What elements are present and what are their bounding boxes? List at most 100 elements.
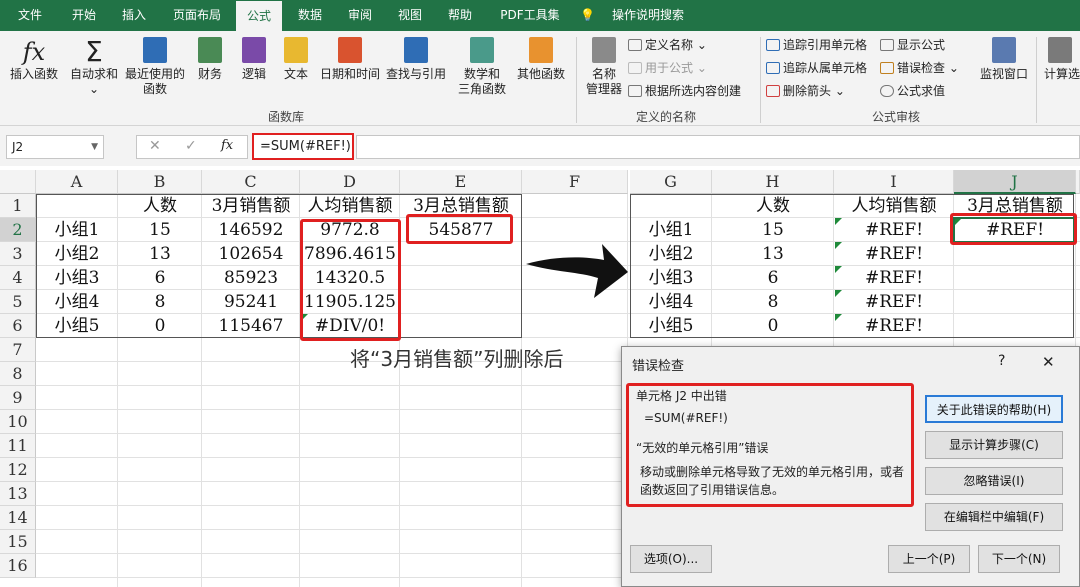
row-header-3[interactable]: 3 — [0, 242, 36, 266]
formula-input[interactable]: =SUM(#REF!) — [252, 133, 354, 160]
insert-function-button[interactable]: fx 插入函数 — [6, 37, 62, 82]
create-from-selection-button[interactable]: 根据所选内容创建 — [628, 82, 741, 100]
cell-G3[interactable]: 小组2 — [630, 242, 712, 266]
cell-E6[interactable] — [400, 314, 522, 338]
column-header-A[interactable]: A — [36, 170, 118, 194]
cell-I5[interactable]: #REF! — [834, 290, 954, 314]
row-header-16[interactable]: 16 — [0, 554, 36, 578]
define-name-button[interactable]: 定义名称 ⌄ — [628, 36, 707, 54]
row-header-6[interactable]: 6 — [0, 314, 36, 338]
text-button[interactable]: 文本 — [278, 37, 314, 82]
row-header-5[interactable]: 5 — [0, 290, 36, 314]
trace-precedents-button[interactable]: 追踪引用单元格 — [766, 36, 867, 54]
enter-icon[interactable]: ✓ — [185, 138, 197, 154]
lookup-reference-button[interactable]: 查找与引用 — [384, 37, 448, 82]
tab-review[interactable]: 审阅 — [338, 0, 382, 31]
column-header-E[interactable]: E — [400, 170, 522, 194]
cell-C4[interactable]: 85923 — [202, 266, 300, 290]
cell-I4[interactable]: #REF! — [834, 266, 954, 290]
cancel-icon[interactable]: ✕ — [149, 138, 161, 154]
cell-H4[interactable]: 6 — [712, 266, 834, 290]
autosum-button[interactable]: Σ 自动求和 ⌄ — [68, 37, 120, 97]
row-header-7[interactable]: 7 — [0, 338, 36, 362]
cell-E3[interactable] — [400, 242, 522, 266]
cell-G1[interactable] — [630, 194, 712, 218]
row-header-15[interactable]: 15 — [0, 530, 36, 554]
edit-in-formula-bar-button[interactable]: 在编辑栏中编辑(F) — [925, 503, 1063, 531]
error-help-button[interactable]: 关于此错误的帮助(H) — [925, 395, 1063, 423]
help-icon[interactable]: ? — [998, 353, 1005, 369]
name-box[interactable]: J2 ▼ — [6, 135, 104, 159]
tab-home[interactable]: 开始 — [62, 0, 106, 31]
cell-B2[interactable]: 15 — [118, 218, 202, 242]
cell-I2[interactable]: #REF! — [834, 218, 954, 242]
cell-B3[interactable]: 13 — [118, 242, 202, 266]
cell-G4[interactable]: 小组3 — [630, 266, 712, 290]
cell-J3[interactable] — [954, 242, 1076, 266]
cell-A6[interactable]: 小组5 — [36, 314, 118, 338]
ignore-error-button[interactable]: 忽略错误(I) — [925, 467, 1063, 495]
insert-function-icon[interactable]: fx — [221, 138, 233, 153]
cell-H3[interactable]: 13 — [712, 242, 834, 266]
watch-window-button[interactable]: 监视窗口 — [974, 37, 1034, 82]
cell-A3[interactable]: 小组2 — [36, 242, 118, 266]
select-all-corner[interactable] — [0, 170, 36, 194]
cell-I1[interactable]: 人均销售额 — [834, 194, 954, 218]
cell-H5[interactable]: 8 — [712, 290, 834, 314]
row-header-4[interactable]: 4 — [0, 266, 36, 290]
tab-file[interactable]: 文件 — [8, 0, 52, 31]
math-trig-button[interactable]: 数学和 三角函数 — [452, 37, 512, 97]
row-header-12[interactable]: 12 — [0, 458, 36, 482]
next-button[interactable]: 下一个(N) — [978, 545, 1060, 573]
cell-I6[interactable]: #REF! — [834, 314, 954, 338]
column-header-H[interactable]: H — [712, 170, 834, 194]
cell-C1[interactable]: 3月销售额 — [202, 194, 300, 218]
logical-button[interactable]: 逻辑 — [236, 37, 272, 82]
cell-B6[interactable]: 0 — [118, 314, 202, 338]
cell-G5[interactable]: 小组4 — [630, 290, 712, 314]
options-button[interactable]: 选项(O)... — [630, 545, 712, 573]
row-header-1[interactable]: 1 — [0, 194, 36, 218]
trace-dependents-button[interactable]: 追踪从属单元格 — [766, 59, 867, 77]
tab-pdf-tools[interactable]: PDF工具集 — [492, 0, 568, 31]
previous-button[interactable]: 上一个(P) — [888, 545, 970, 573]
row-header-13[interactable]: 13 — [0, 482, 36, 506]
column-header-D[interactable]: D — [300, 170, 400, 194]
cell-H6[interactable]: 0 — [712, 314, 834, 338]
show-formulas-button[interactable]: 显示公式 — [880, 36, 945, 54]
row-header-14[interactable]: 14 — [0, 506, 36, 530]
cell-B1[interactable]: 人数 — [118, 194, 202, 218]
name-manager-button[interactable]: 名称 管理器 — [582, 37, 626, 97]
formula-input-area[interactable] — [356, 135, 1080, 159]
cell-G6[interactable]: 小组5 — [630, 314, 712, 338]
cell-C5[interactable]: 95241 — [202, 290, 300, 314]
cell-A5[interactable]: 小组4 — [36, 290, 118, 314]
more-functions-button[interactable]: 其他函数 — [514, 37, 568, 82]
tab-data[interactable]: 数据 — [288, 0, 332, 31]
tab-insert[interactable]: 插入 — [112, 0, 156, 31]
row-header-9[interactable]: 9 — [0, 386, 36, 410]
column-header-G[interactable]: G — [630, 170, 712, 194]
cell-I3[interactable]: #REF! — [834, 242, 954, 266]
column-header-C[interactable]: C — [202, 170, 300, 194]
calculation-options-button[interactable]: 计算选 — [1044, 37, 1080, 82]
cell-J6[interactable] — [954, 314, 1076, 338]
column-header-I[interactable]: I — [834, 170, 954, 194]
close-icon[interactable]: ✕ — [1042, 353, 1055, 371]
cell-A4[interactable]: 小组3 — [36, 266, 118, 290]
column-header-B[interactable]: B — [118, 170, 202, 194]
name-box-dropdown-icon[interactable]: ▼ — [91, 136, 98, 158]
recently-used-button[interactable]: 最近使用的 函数 — [124, 37, 186, 97]
show-calculation-steps-button[interactable]: 显示计算步骤(C) — [925, 431, 1063, 459]
tell-me-search[interactable]: 操作说明搜索 — [604, 0, 692, 31]
evaluate-formula-button[interactable]: 公式求值 — [880, 82, 945, 100]
tab-page-layout[interactable]: 页面布局 — [164, 0, 230, 31]
row-header-11[interactable]: 11 — [0, 434, 36, 458]
tab-help[interactable]: 帮助 — [438, 0, 482, 31]
column-header-F[interactable]: F — [522, 170, 628, 194]
column-header-J[interactable]: J — [954, 170, 1076, 194]
cell-C6[interactable]: 115467 — [202, 314, 300, 338]
cell-H1[interactable]: 人数 — [712, 194, 834, 218]
cell-D1[interactable]: 人均销售额 — [300, 194, 400, 218]
cell-A2[interactable]: 小组1 — [36, 218, 118, 242]
